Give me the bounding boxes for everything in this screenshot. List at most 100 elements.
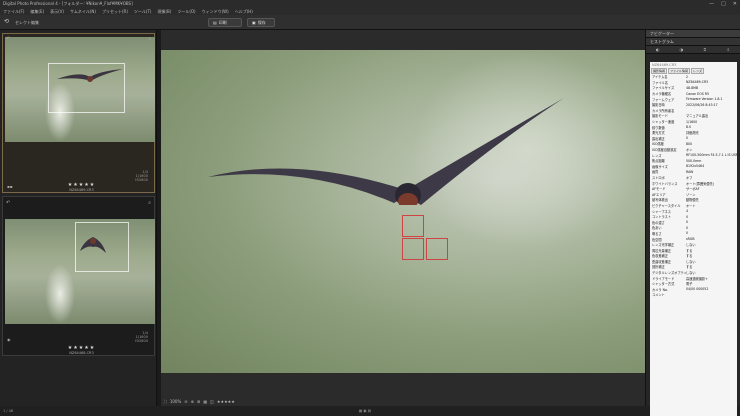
info-row: コントラスト 0	[650, 214, 737, 220]
info-value: 800	[686, 141, 693, 146]
info-value: する	[686, 265, 693, 270]
main-photo[interactable]	[161, 50, 645, 373]
info-row: 焦点距離 500.0mm	[650, 158, 737, 164]
panel-header[interactable]: ナビゲーター	[646, 30, 740, 38]
info-value: オート	[686, 203, 696, 208]
menu-develop[interactable]: 現像(B)	[157, 9, 171, 15]
histogram-header[interactable]: ヒストグラム	[646, 38, 740, 46]
fit-icon[interactable]: ⛶	[164, 399, 167, 404]
menu-edit[interactable]: 編集(E)	[30, 9, 44, 15]
rating-star-icon[interactable]: ★★★★★	[217, 399, 235, 404]
zoom-level[interactable]: 100%	[170, 399, 181, 404]
info-value: 8192x5464	[686, 164, 705, 169]
info-row: 周辺光量補正 する	[650, 247, 737, 253]
zoom-icon[interactable]: ⌕	[148, 200, 151, 206]
app-window: Digital Photo Professional 4 - [フォルダー: ¥…	[0, 0, 740, 416]
info-value: 動物優先	[686, 198, 699, 203]
info-key: 画質	[652, 170, 659, 175]
panel-tabs: ◐ ◑ ⌗ ⇩	[646, 46, 740, 54]
info-value: サーボAF	[686, 187, 700, 192]
menu-help[interactable]: ヘルプ(H)	[235, 9, 253, 15]
crop-icon[interactable]: ⌗	[693, 46, 717, 53]
menu-preset[interactable]: プリセット(R)	[102, 9, 128, 15]
info-row: ピクチャースタイル オート	[650, 203, 737, 209]
info-value: Firmware Version 1.8.1	[686, 97, 723, 102]
info-key: 色空間	[652, 237, 662, 242]
info-value: マニュアル露出	[686, 114, 709, 119]
info-key: ピクチャースタイル	[652, 203, 681, 208]
info-row: AFモード サーボAF	[650, 186, 737, 192]
tab-shooting[interactable]: 撮影情報	[651, 68, 668, 74]
info-row: 絞り数値 8.0	[650, 124, 737, 130]
tab-lens[interactable]: レンズ	[691, 68, 704, 74]
menu-file[interactable]: ファイル(F)	[3, 9, 24, 15]
rotate-icon[interactable]: ↶	[6, 36, 10, 42]
info-value: オン	[686, 148, 693, 153]
thumbnail-item[interactable]: ★★★★★ NZ64469.CR3 1/4 1/1600 ISO800 ▪▪ ⌕…	[2, 33, 155, 193]
info-row: 色の濃さ 0	[650, 219, 737, 225]
info-value: 0	[686, 225, 689, 230]
menu-view[interactable]: 表示(V)	[50, 9, 64, 15]
info-key: アイテム名	[652, 75, 668, 80]
thumbnail-image	[5, 219, 155, 324]
background-highlight	[45, 264, 75, 324]
info-row: ドライブモード 高速連続撮影+	[650, 275, 737, 281]
meta-line: ISO800	[135, 339, 148, 343]
menu-thumbnail[interactable]: サムネイル(N)	[70, 9, 96, 15]
info-row: ファームウェア Firmware Version 1.8.1	[650, 96, 737, 102]
close-icon[interactable]: ✕	[733, 1, 737, 7]
rotate-icon[interactable]: ↶	[6, 200, 10, 206]
menu-tools[interactable]: ツール(T)	[134, 9, 152, 15]
compare-icon[interactable]: ◫	[210, 399, 214, 404]
af-point-icon[interactable]: ⊞	[197, 399, 200, 404]
info-row: ISO感度自動設定 オン	[650, 147, 737, 153]
info-key: AFモード	[652, 187, 666, 192]
thumbnail-item[interactable]: ★★★★★ NZ64468.CR3 1/4 1/1600 ISO800 ◉ ⌕ …	[2, 196, 155, 356]
shooting-info: NZ64469.CR3 撮影情報 ファイル情報 レンズ アイテム名 2 ファイル名 N…	[650, 62, 737, 416]
info-key: ファイル名	[652, 80, 668, 85]
view-mode-icon[interactable]: ▦ ▣ ▤	[359, 409, 371, 413]
info-key: シャープネス	[652, 209, 671, 214]
info-key: コメント	[652, 293, 665, 298]
info-row: ファイル名 NZ64469.CR3	[650, 80, 737, 86]
info-value: 48.8MB	[686, 85, 699, 90]
af-point	[402, 238, 424, 260]
minimize-icon[interactable]: —	[709, 1, 714, 7]
info-key: 被写体検出	[652, 198, 668, 203]
breadcrumb[interactable]: セレクト編集	[15, 20, 39, 26]
file-name: NZ64468.CR3	[69, 351, 94, 355]
info-key: 明るさ	[652, 231, 662, 236]
info-key: 露出補正	[652, 136, 665, 141]
info-value: 1/1600	[686, 119, 698, 124]
maximize-icon[interactable]: □	[721, 1, 726, 7]
menu-window[interactable]: ウィンドウ(W)	[202, 9, 229, 15]
info-row: AFエリア ゾーン	[650, 191, 737, 197]
info-key: 色あい	[652, 226, 662, 231]
info-value: RAW	[686, 169, 694, 174]
print-button[interactable]: ▤ 印刷	[208, 18, 242, 27]
info-row: 色空間 sRGB	[650, 236, 737, 242]
info-row: 撮影モード マニュアル露出	[650, 113, 737, 119]
zoom-in-icon[interactable]: ⊕	[191, 399, 194, 404]
info-key: コントラスト	[652, 215, 672, 220]
back-arrow-icon[interactable]: ⟲	[4, 19, 10, 25]
info-row: 回折補正 する	[650, 264, 737, 270]
info-key: 回折補正	[652, 265, 665, 270]
info-row: シャッター方式 電子	[650, 281, 737, 287]
info-row: 色あい 0	[650, 225, 737, 231]
save-label: 保存	[257, 19, 266, 25]
menu-tools2[interactable]: ツール(O)	[177, 9, 195, 15]
info-value: する	[686, 254, 693, 259]
info-key: ファイルサイズ	[652, 86, 675, 91]
grid-icon[interactable]: ▦	[203, 399, 207, 404]
info-panel: ナビゲーター ヒストグラム ◐ ◑ ⌗ ⇩ NZ64469.CR3 撮影情報 フ…	[645, 30, 740, 416]
zoom-out-icon[interactable]: ⊖	[184, 399, 187, 404]
save-button[interactable]: ▣ 保存	[247, 18, 275, 27]
tone-icon[interactable]: ◑	[670, 46, 694, 53]
tab-file[interactable]: ファイル情報	[668, 68, 691, 74]
info-key: 周辺光量補正	[652, 248, 672, 253]
adjust-icon[interactable]: ◐	[646, 46, 670, 53]
zoom-icon[interactable]: ⌕	[148, 36, 151, 42]
info-value: しない	[686, 259, 696, 264]
export-icon[interactable]: ⇩	[717, 46, 740, 53]
